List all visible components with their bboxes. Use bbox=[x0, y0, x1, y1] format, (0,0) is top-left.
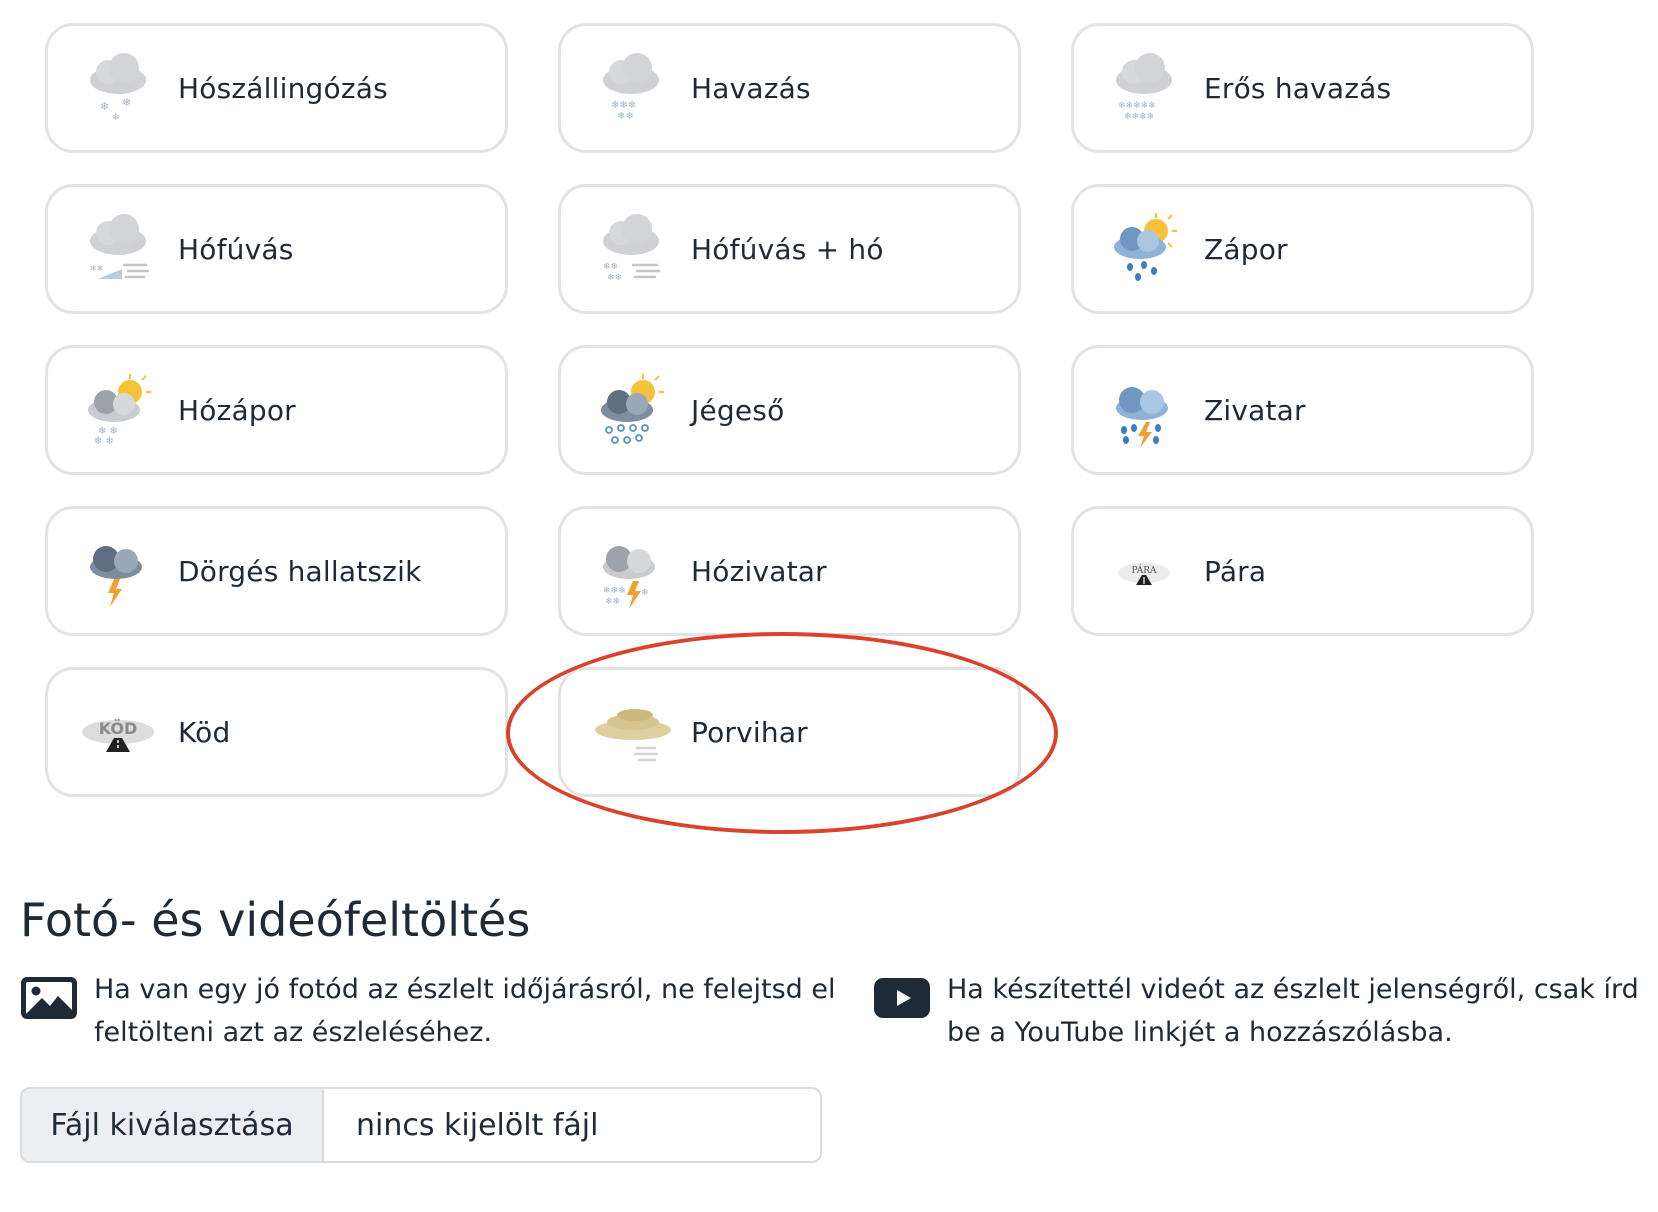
weather-option-fog[interactable]: KÖD Köd bbox=[45, 667, 508, 797]
svg-text:❄❄❄: ❄❄❄ bbox=[603, 586, 626, 596]
weather-option-label: Hószállingózás bbox=[178, 71, 388, 105]
photo-upload-text: Ha van egy jó fotód az észlelt időjárásr… bbox=[94, 974, 836, 1048]
thunder-icon bbox=[78, 531, 158, 611]
svg-text:❄: ❄ bbox=[112, 113, 120, 123]
weather-option-blowing-snow[interactable]: ❄❄ Hófúvás bbox=[45, 184, 508, 314]
file-status-text: nincs kijelölt fájl bbox=[356, 1107, 599, 1143]
weather-option-grid: ❄ ❄ ❄ Hószállingózás ❄❄❄ ❄❄ Havazás ❄❄❄❄… bbox=[45, 23, 1534, 797]
svg-text:❄❄: ❄❄ bbox=[605, 597, 620, 607]
weather-option-label: Köd bbox=[178, 715, 231, 749]
svg-text:❄❄: ❄❄ bbox=[90, 264, 103, 273]
weather-option-label: Hófúvás + hó bbox=[691, 232, 884, 266]
weather-option-label: Zápor bbox=[1204, 232, 1288, 266]
svg-text:❄ ❄: ❄ ❄ bbox=[94, 436, 114, 447]
weather-option-thunder[interactable]: Dörgés hallatszik bbox=[45, 506, 508, 636]
blowing-snow-icon: ❄❄ bbox=[78, 209, 158, 289]
choose-file-button[interactable]: Fájl kiválasztása bbox=[22, 1089, 324, 1161]
weather-option-light-snow[interactable]: ❄ ❄ ❄ Hószállingózás bbox=[45, 23, 508, 153]
snow-icon: ❄❄❄ ❄❄ bbox=[591, 48, 671, 128]
rain-shower-icon bbox=[1104, 209, 1184, 289]
weather-option-label: Hózivatar bbox=[691, 554, 827, 588]
svg-text:❄❄❄: ❄❄❄ bbox=[611, 100, 636, 111]
svg-text:❄❄❄❄❄: ❄❄❄❄❄ bbox=[1118, 101, 1156, 111]
svg-text:❄: ❄ bbox=[641, 588, 649, 598]
mist-icon-text: PÁRA bbox=[1131, 564, 1157, 576]
snow-thunderstorm-icon: ❄❄❄ ❄❄ ❄ bbox=[591, 531, 671, 611]
weather-option-thunderstorm[interactable]: Zivatar bbox=[1071, 345, 1534, 475]
svg-text:❄❄: ❄❄ bbox=[607, 273, 622, 283]
weather-option-label: Erős havazás bbox=[1204, 71, 1392, 105]
weather-option-snow-shower[interactable]: ❄ ❄ ❄ ❄ Hózápor bbox=[45, 345, 508, 475]
youtube-play-icon bbox=[873, 976, 931, 1020]
weather-option-snow[interactable]: ❄❄❄ ❄❄ Havazás bbox=[558, 23, 1021, 153]
weather-option-label: Zivatar bbox=[1204, 393, 1306, 427]
fog-icon: KÖD bbox=[78, 692, 158, 772]
light-snow-icon: ❄ ❄ ❄ bbox=[78, 48, 158, 128]
svg-text:❄❄❄❄: ❄❄❄❄ bbox=[1124, 112, 1154, 122]
thunderstorm-icon bbox=[1104, 370, 1184, 450]
mist-icon: PÁRA bbox=[1104, 531, 1184, 611]
svg-text:❄: ❄ bbox=[122, 96, 131, 109]
weather-option-mist[interactable]: PÁRA Pára bbox=[1071, 506, 1534, 636]
weather-option-label: Havazás bbox=[691, 71, 811, 105]
video-upload-text: Ha készítettél videót az észlelt jelensé… bbox=[947, 974, 1639, 1048]
svg-text:❄❄: ❄❄ bbox=[617, 111, 634, 122]
weather-option-label: Hózápor bbox=[178, 393, 296, 427]
weather-option-heavy-snow[interactable]: ❄❄❄❄❄ ❄❄❄❄ Erős havazás bbox=[1071, 23, 1534, 153]
fog-icon-text: KÖD bbox=[99, 719, 138, 738]
blowing-snow-and-snow-icon: ❄❄ ❄❄ bbox=[591, 209, 671, 289]
weather-option-label: Pára bbox=[1204, 554, 1267, 588]
heavy-snow-icon: ❄❄❄❄❄ ❄❄❄❄ bbox=[1104, 48, 1184, 128]
weather-option-rain-shower[interactable]: Zápor bbox=[1071, 184, 1534, 314]
weather-option-snow-thunderstorm[interactable]: ❄❄❄ ❄❄ ❄ Hózivatar bbox=[558, 506, 1021, 636]
weather-option-label: Hófúvás bbox=[178, 232, 294, 266]
svg-text:❄❄: ❄❄ bbox=[603, 262, 618, 272]
snow-shower-icon: ❄ ❄ ❄ ❄ bbox=[78, 370, 158, 450]
weather-option-label: Porvihar bbox=[691, 715, 808, 749]
svg-text:❄: ❄ bbox=[100, 100, 109, 113]
weather-option-label: Jégeső bbox=[691, 393, 785, 427]
upload-section-title: Fotó- és videófeltöltés bbox=[20, 893, 531, 947]
photo-upload-info: Ha van egy jó fotód az észlelt időjárásr… bbox=[20, 968, 840, 1054]
video-upload-info: Ha készítettél videót az észlelt jelensé… bbox=[873, 968, 1653, 1054]
dust-storm-icon bbox=[591, 692, 671, 772]
weather-option-dust-storm[interactable]: Porvihar bbox=[558, 667, 1021, 797]
weather-option-hail[interactable]: Jégeső bbox=[558, 345, 1021, 475]
weather-option-blowing-snow-and-snow[interactable]: ❄❄ ❄❄ Hófúvás + hó bbox=[558, 184, 1021, 314]
hail-icon bbox=[591, 370, 671, 450]
weather-option-label: Dörgés hallatszik bbox=[178, 554, 422, 588]
image-icon bbox=[20, 976, 78, 1020]
file-upload-input[interactable]: Fájl kiválasztása nincs kijelölt fájl bbox=[20, 1087, 822, 1163]
